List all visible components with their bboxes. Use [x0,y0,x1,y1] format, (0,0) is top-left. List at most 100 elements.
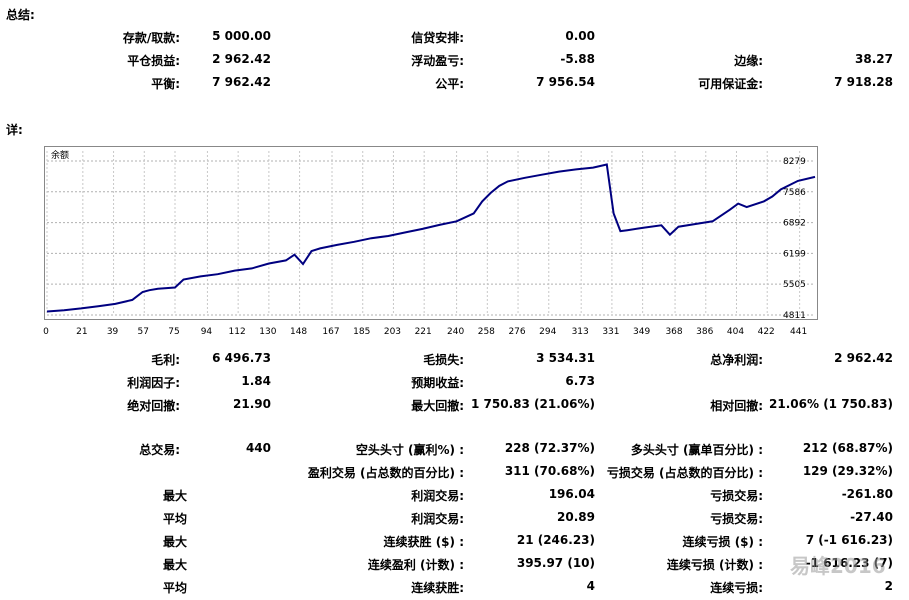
short-positions-label: 空头头寸 (赢利%) : [355,443,464,457]
balance-line [46,163,816,313]
x-tick-label: 148 [290,327,307,337]
avg-loss-value: -27.40 [850,510,893,524]
total-trades-value: 440 [245,441,271,455]
max-consec-wins-label: 连续获胜 ($) : [383,535,464,549]
x-tick-label: 167 [322,327,339,337]
summary-title: 总结: [6,8,35,22]
avg-profit-label: 利润交易: [411,512,464,526]
credit-value: 0.00 [565,29,595,43]
x-tick-label: 240 [447,327,464,337]
x-axis: 0 21 39 57 75 94 112 130 148 167 185 203 221 240 258 27… [43,327,807,337]
profit-factor-label: 利润因子: [127,376,180,390]
x-tick-label: 130 [259,327,276,337]
max-consec-loss-label: 连续亏损 (计数) : [666,558,763,572]
long-positions-value: 212 (68.87%) [802,441,893,455]
avg-consec-losses-label: 连续亏损: [710,581,763,595]
x-tick-label: 75 [168,327,179,337]
abs-drawdown-label: 绝对回撤: [127,399,180,413]
credit-label: 信贷安排: [411,31,464,45]
gross-profit-label: 毛利: [151,353,180,367]
max-consec-profit-label: 连续盈利 (计数) : [367,558,464,572]
profit-factor-value: 1.84 [241,374,271,388]
row-label-average-2: 平均 [162,581,187,595]
max-consec-wins-value: 21 (246.23) [516,533,595,547]
total-trades-label: 总交易: [139,443,180,457]
deposit-value: 5 000.00 [212,29,271,43]
max-drawdown-label: 最大回撤: [411,399,464,413]
long-positions-label: 多头头寸 (赢单百分比) : [630,443,763,457]
closed-pl-label: 平仓损益: [127,54,180,68]
free-margin-value: 7 918.28 [834,75,893,89]
x-tick-label: 313 [572,327,589,337]
avg-profit-value: 20.89 [557,510,595,524]
x-tick-label: 112 [229,327,246,337]
x-tick-label: 185 [353,327,370,337]
gross-profit-value: 6 496.73 [212,351,271,365]
floating-pl-value: -5.88 [560,52,595,66]
max-consec-profit-value: 395.97 (10) [516,556,595,570]
x-tick-label: 331 [602,327,619,337]
avg-consec-wins-value: 4 [586,579,595,593]
y-tick-label: 6199 [783,249,806,259]
profit-trades-label: 盈利交易 (占总数的百分比) : [307,466,464,480]
row-label-max-1: 最大 [162,535,187,549]
balance-chart: 8279 7586 6892 6199 5505 4811 余额 [44,146,818,320]
equity-label: 公平: [435,77,464,91]
net-profit-label: 总净利润: [710,353,763,367]
free-margin-label: 可用保证金: [698,77,763,91]
y-tick-label: 8279 [783,157,806,167]
avg-consec-wins-label: 连续获胜: [411,581,464,595]
row-label-largest: 最大 [162,489,187,503]
avg-loss-label: 亏损交易: [710,512,763,526]
balance-label: 平衡: [151,77,180,91]
margin-value: 38.27 [855,52,893,66]
chart-title: 余额 [51,149,69,161]
x-tick-label: 276 [508,327,525,337]
row-label-max-2: 最大 [162,558,187,572]
x-tick-label: 441 [790,327,807,337]
rel-drawdown-label: 相对回撤: [710,399,763,413]
x-tick-label: 39 [107,327,119,337]
y-tick-label: 4811 [783,311,806,319]
x-tick-label: 349 [633,327,650,337]
max-consec-losses-value: 7 (-1 616.23) [805,533,893,547]
profit-trades-value: 311 (70.68%) [504,464,595,478]
x-tick-label: 422 [758,327,775,337]
x-tick-label: 94 [201,327,213,337]
watermark: 易峰2016 [790,554,886,578]
x-tick-label: 258 [478,327,495,337]
expected-payoff-label: 预期收益: [411,376,464,390]
gross-loss-value: 3 534.31 [536,351,595,365]
x-tick-label: 294 [539,327,556,337]
avg-consec-losses-value: 2 [884,579,893,593]
deposit-label: 存款/取款: [122,31,180,45]
largest-profit-label: 利润交易: [411,489,464,503]
margin-label: 边缘: [734,54,763,68]
max-consec-losses-label: 连续亏损 ($) : [682,535,763,549]
loss-trades-label: 亏损交易 (占总数的百分比) : [606,466,763,480]
x-tick-label: 57 [138,327,149,337]
balance-value: 7 962.42 [212,75,271,89]
expected-payoff-value: 6.73 [565,374,595,388]
x-tick-label: 21 [76,327,87,337]
largest-loss-label: 亏损交易: [710,489,763,503]
short-positions-value: 228 (72.37%) [504,441,595,455]
x-tick-label: 368 [665,327,682,337]
closed-pl-value: 2 962.42 [212,52,271,66]
x-tick-label: 203 [384,327,401,337]
x-tick-label: 386 [696,327,713,337]
max-drawdown-value: 1 750.83 (21.06%) [471,397,595,411]
largest-loss-value: -261.80 [841,487,893,501]
y-tick-label: 5505 [783,280,806,290]
loss-trades-value: 129 (29.32%) [802,464,893,478]
x-tick-label: 221 [415,327,432,337]
floating-pl-label: 浮动盈亏: [411,54,464,68]
balance-chart-svg: 8279 7586 6892 6199 5505 4811 余额 [46,149,816,319]
gross-loss-label: 毛损失: [423,353,464,367]
y-tick-label: 7586 [783,188,806,198]
details-title: 详: [6,123,23,137]
abs-drawdown-value: 21.90 [233,397,271,411]
y-tick-label: 6892 [783,219,806,229]
x-tick-label: 404 [727,327,744,337]
equity-value: 7 956.54 [536,75,595,89]
